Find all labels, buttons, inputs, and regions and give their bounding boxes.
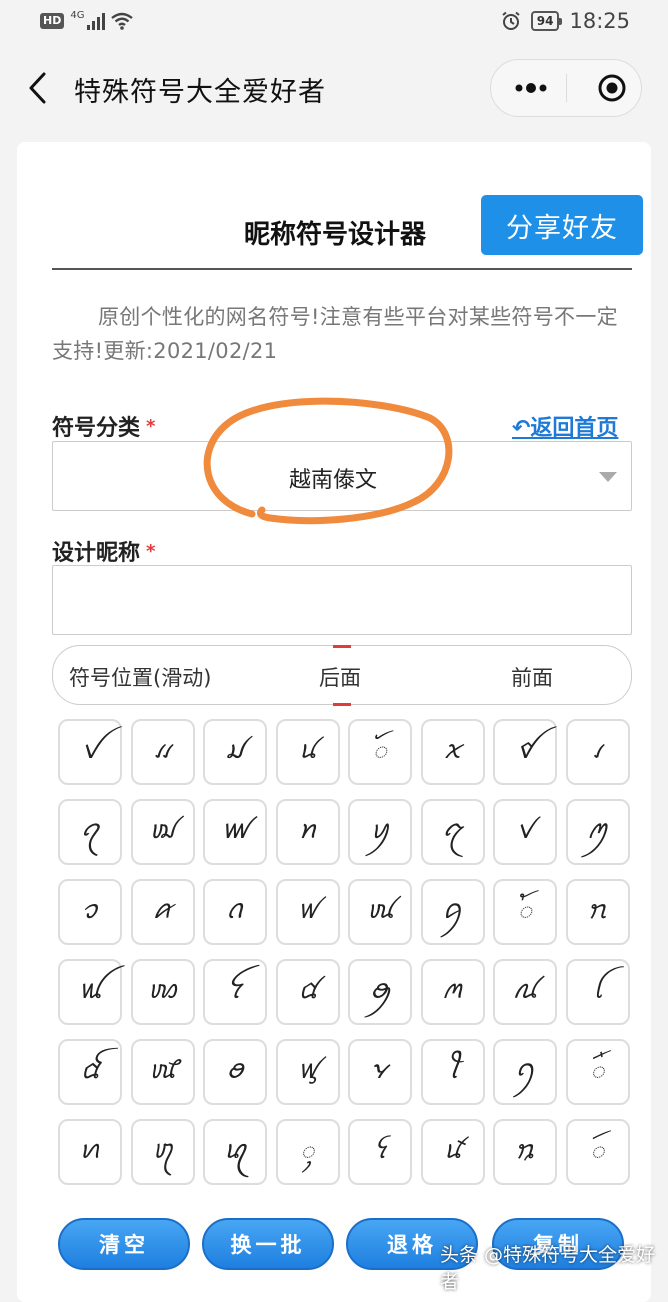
alarm-icon [502, 11, 520, 30]
back-arrow-icon[interactable] [26, 70, 50, 106]
watermark: 头条 @特殊符号大全爱好者 [440, 1244, 656, 1293]
symbol-cell[interactable]: ꪤ [493, 719, 557, 785]
symbol-cell[interactable]: ꪢ [130, 799, 195, 865]
symbol-cell[interactable]: ꪡ [58, 959, 122, 1025]
symbol-cell[interactable]: ꪴ [275, 1119, 340, 1185]
symbol-cell[interactable]: ꪋ [420, 799, 485, 865]
symbol-cell[interactable]: ꪈ [130, 1039, 195, 1105]
position-label: 符号位置(滑动) [69, 666, 212, 690]
symbol-cell[interactable]: ꪑ [565, 799, 630, 865]
symbol-cell[interactable]: ꪀ [275, 799, 340, 865]
position-indicator-top [333, 645, 351, 648]
symbol-grid: ꪜ ꪵ ꪣ ꪙꪰ ꪎ ꪤ ꪹ ꪖ ꪢ ꪛ ꪀ ꪗ ꪋ ꪚ ꪑ ꪫ ꪁ ꪒ ꪝ ꪘ ꪇꪳ ꪦ ꪡ ꪪ ꪼ ꪠ ꪯ ꪔ ꪄ ꪶ ꪞ ꪈ ꪮ ꪟ ꪩ ꪻ ꪆꪸ… [58, 719, 634, 1185]
symbol-cell[interactable]: ꪹ [565, 719, 630, 785]
status-bar: HD 4G 94 18:25 [0, 0, 668, 46]
status-right: 94 18:25 [501, 9, 630, 33]
symbol-cell[interactable]: ꪵ [130, 719, 195, 785]
symbol-cell[interactable]: ꪕ [58, 1119, 122, 1185]
symbol-cell[interactable]: ꪺ [348, 1119, 412, 1185]
category-label-text: 符号分类 [52, 416, 141, 441]
description-text: 原创个性化的网名符号!注意有些平台对某些符号不一定支持!更新:2021/02/2… [52, 305, 618, 363]
capsule-divider [566, 74, 567, 102]
symbol-cell[interactable]: ꪳ [493, 879, 557, 945]
chevron-down-icon [599, 472, 617, 482]
nav-bar: 特殊符号大全爱好者 [0, 46, 668, 130]
hd-badge: HD [40, 13, 65, 29]
clear-button[interactable]: 清空 [58, 1218, 190, 1270]
more-dots-icon[interactable] [513, 82, 549, 94]
symbol-cell[interactable]: ꪆ [493, 1039, 557, 1105]
share-button[interactable]: 分享好友 [481, 195, 643, 255]
swap-batch-button[interactable]: 换一批 [202, 1218, 334, 1270]
symbol-cell[interactable]: ꪶ [565, 959, 630, 1025]
nickname-label-text: 设计昵称 [52, 541, 141, 566]
symbol-cell[interactable]: ꪰ [348, 719, 412, 785]
position-indicator-bottom [333, 703, 351, 706]
symbol-cell[interactable]: ꪯ [348, 959, 412, 1025]
symbol-cell[interactable]: ꪚ [493, 799, 557, 865]
symbol-cell[interactable]: ꪪ [130, 959, 195, 1025]
symbol-cell[interactable]: ꪘ [348, 879, 412, 945]
symbol-cell[interactable]: ꪮ [203, 1039, 267, 1105]
symbol-cell[interactable]: ꪛ [203, 799, 267, 865]
battery-icon: 94 [530, 11, 563, 31]
clock: 18:25 [569, 9, 630, 33]
position-option-after[interactable]: 后面 [319, 662, 361, 692]
symbol-cell[interactable]: ꪎ [420, 719, 485, 785]
wifi-icon [111, 12, 134, 30]
symbol-cell[interactable]: ꪫ [58, 879, 122, 945]
status-left: HD 4G [40, 9, 134, 30]
symbol-cell[interactable]: ꪔ [420, 959, 485, 1025]
symbol-cell[interactable]: ꪗ [348, 799, 412, 865]
nickname-input[interactable] [52, 565, 632, 635]
symbol-position-slider[interactable]: 符号位置(滑动) 后面 前面 [52, 645, 632, 706]
return-home-link[interactable]: ↶返回首页 [512, 410, 618, 442]
mini-program-capsule [490, 59, 642, 117]
required-mark: * [146, 416, 156, 437]
symbol-cell[interactable]: ꪦ [565, 879, 630, 945]
symbol-cell[interactable]: ꪠ [275, 959, 340, 1025]
symbol-cell[interactable]: ꪻ [420, 1039, 485, 1105]
symbol-cell[interactable]: ꪙ [275, 719, 340, 785]
title-divider [52, 268, 632, 270]
page-title: 昵称符号设计器 [244, 220, 427, 250]
symbol-cell[interactable]: ꪽ [420, 1119, 485, 1185]
symbol-cell[interactable]: ꪟ [275, 1039, 340, 1105]
symbol-cell[interactable]: ꪝ [275, 879, 340, 945]
symbol-cell[interactable]: ꪣ [203, 719, 267, 785]
symbol-cell[interactable]: ꪜ [58, 719, 122, 785]
symbol-cell[interactable]: ꪸ [565, 1039, 630, 1105]
close-target-icon[interactable] [596, 72, 628, 104]
symbol-cell[interactable]: ꪖ [58, 799, 122, 865]
symbol-cell[interactable]: ꪼ [203, 959, 267, 1025]
symbol-cell[interactable]: ꪓ [203, 1119, 267, 1185]
symbol-cell[interactable]: ꪄ [493, 959, 557, 1025]
symbol-cell[interactable]: ꪧ [493, 1119, 557, 1185]
nav-title: 特殊符号大全爱好者 [74, 77, 326, 108]
symbol-cell[interactable]: ꪩ [348, 1039, 412, 1105]
symbol-cell[interactable]: ꪞ [58, 1039, 122, 1105]
symbol-cell[interactable]: ꪒ [203, 879, 267, 945]
category-select-value: 越南傣文 [288, 468, 377, 493]
nickname-label: 设计昵称 * [52, 535, 155, 567]
category-label: 符号分类 * [52, 410, 155, 442]
position-option-before[interactable]: 前面 [511, 662, 553, 692]
symbol-cell[interactable]: ꪷ [565, 1119, 630, 1185]
symbol-cell[interactable]: ꪁ [130, 879, 195, 945]
required-mark: * [146, 541, 156, 562]
symbol-cell[interactable]: ꪨ [130, 1119, 195, 1185]
category-select[interactable]: 越南傣文 [52, 441, 632, 511]
signal-icon [87, 12, 106, 30]
network-type: 4G [70, 9, 85, 21]
symbol-cell[interactable]: ꪇ [420, 879, 485, 945]
